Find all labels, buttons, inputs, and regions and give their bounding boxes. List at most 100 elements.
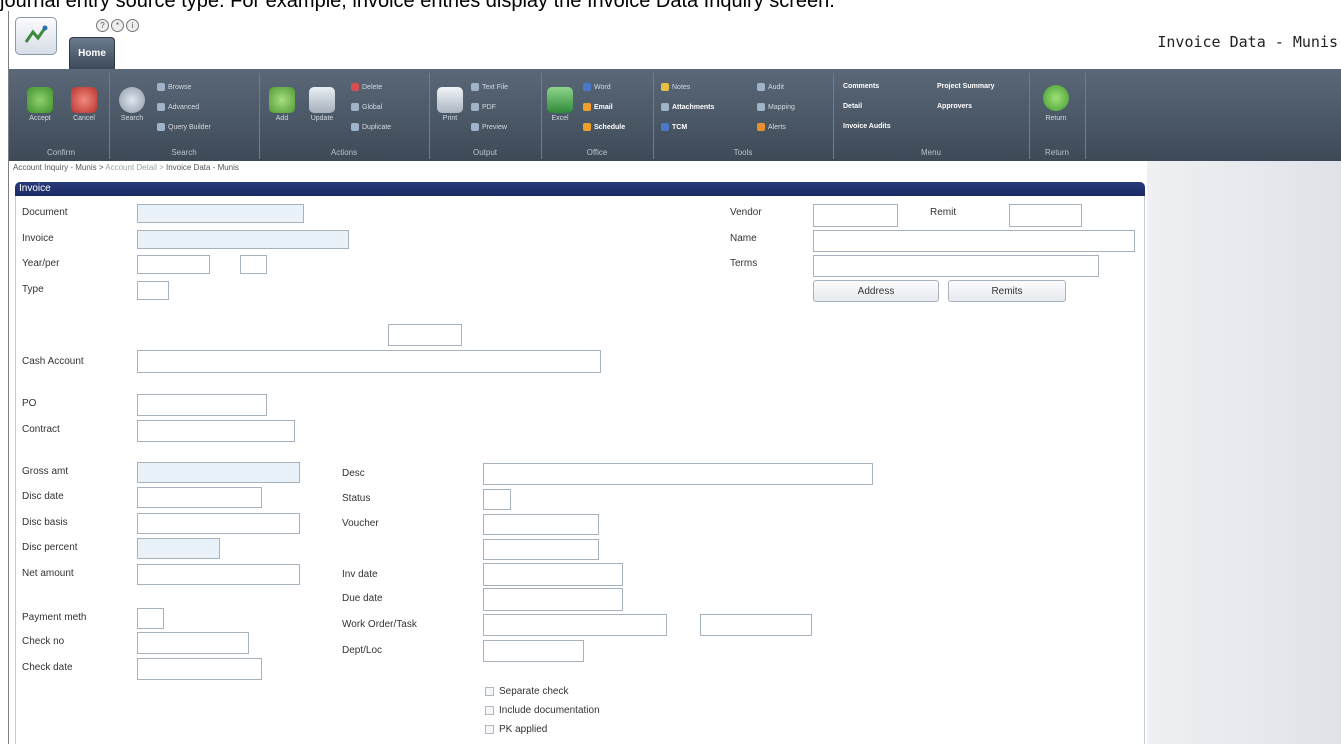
gross-amt-field[interactable] — [137, 462, 300, 483]
checkbox-box[interactable] — [485, 687, 494, 696]
munis-logo-icon — [24, 25, 48, 43]
mapping-button[interactable]: Mapping — [757, 103, 795, 111]
email-button[interactable]: Email — [583, 103, 613, 111]
delete-button[interactable]: Delete — [351, 83, 382, 91]
payment-meth-label: Payment meth — [22, 612, 87, 623]
unlabeled-field[interactable] — [388, 324, 462, 346]
status-field[interactable] — [483, 489, 511, 510]
tab-home[interactable]: Home — [69, 37, 115, 69]
tips-icon[interactable]: i — [126, 19, 139, 32]
pdf-button[interactable]: PDF — [471, 103, 496, 111]
update-button[interactable]: Update — [302, 115, 342, 122]
global-button[interactable]: Global — [351, 103, 382, 111]
ribbon-group-label: Office — [586, 148, 608, 157]
breadcrumb-account-detail[interactable]: Account Detail > — [105, 163, 163, 172]
checkbox-box[interactable] — [485, 706, 494, 715]
accept-button[interactable]: Accept — [20, 115, 60, 122]
year-field[interactable] — [137, 255, 210, 274]
period-field[interactable] — [240, 255, 267, 274]
attachments-icon — [661, 103, 669, 111]
vendor-field[interactable] — [813, 204, 898, 227]
terms-field[interactable] — [813, 255, 1099, 277]
desc-field[interactable] — [483, 463, 873, 485]
breadcrumb-account-inquiry[interactable]: Account Inquiry - Munis > — [13, 163, 103, 172]
alerts-button[interactable]: Alerts — [757, 123, 786, 131]
cancel-button[interactable]: Cancel — [64, 115, 104, 122]
return-button[interactable]: Return — [1036, 115, 1076, 122]
payment-meth-field[interactable] — [137, 608, 164, 629]
voucher-label: Voucher — [342, 518, 379, 529]
advanced-button[interactable]: Advanced — [157, 103, 199, 111]
panel-title: Invoice — [15, 182, 1145, 196]
preview-button[interactable]: Preview — [471, 123, 507, 131]
query-builder-button[interactable]: Query Builder — [157, 123, 211, 131]
approvers-button[interactable]: Approvers — [937, 103, 972, 110]
work-order-field[interactable] — [483, 614, 667, 636]
document-field[interactable] — [137, 204, 304, 223]
word-button[interactable]: Word — [583, 83, 611, 91]
voucher-field-2[interactable] — [483, 539, 599, 560]
disc-date-field[interactable] — [137, 487, 262, 508]
print-icon[interactable] — [437, 87, 463, 113]
ribbon-group-confirm: Accept Cancel Confirm — [13, 73, 110, 159]
tcm-button[interactable]: TCM — [661, 123, 687, 131]
contract-field[interactable] — [137, 420, 295, 442]
excel-icon[interactable] — [547, 87, 573, 113]
comments-button[interactable]: Comments — [843, 83, 879, 90]
return-icon[interactable] — [1043, 85, 1069, 111]
disc-date-label: Disc date — [22, 491, 64, 502]
accept-icon[interactable] — [27, 87, 53, 113]
inv-date-field[interactable] — [483, 563, 623, 586]
remit-field[interactable] — [1009, 204, 1082, 227]
audit-button[interactable]: Audit — [757, 83, 784, 91]
quick-access-icons: ? * i — [96, 19, 139, 32]
settings-icon[interactable]: * — [111, 19, 124, 32]
type-field[interactable] — [137, 281, 169, 300]
remits-button[interactable]: Remits — [948, 280, 1066, 302]
invoice-label: Invoice — [22, 233, 54, 244]
check-no-field[interactable] — [137, 632, 249, 654]
attachments-button[interactable]: Attachments — [661, 103, 714, 111]
due-date-field[interactable] — [483, 588, 623, 611]
schedule-button[interactable]: Schedule — [583, 123, 625, 131]
excel-button[interactable]: Excel — [540, 115, 580, 122]
disc-percent-field[interactable] — [137, 538, 220, 559]
checkbox-box[interactable] — [485, 725, 494, 734]
print-button[interactable]: Print — [430, 115, 470, 122]
search-icon[interactable] — [119, 87, 145, 113]
name-field[interactable] — [813, 230, 1135, 252]
detail-button[interactable]: Detail — [843, 103, 862, 110]
cash-account-field[interactable] — [137, 350, 601, 373]
notes-button[interactable]: Notes — [661, 83, 690, 91]
munis-logo-button[interactable] — [15, 17, 57, 55]
address-button[interactable]: Address — [813, 280, 939, 302]
disc-basis-field[interactable] — [137, 513, 300, 534]
check-date-field[interactable] — [137, 658, 262, 680]
document-label: Document — [22, 207, 68, 218]
pk-applied-checkbox[interactable]: PK applied — [485, 724, 547, 735]
text-file-button[interactable]: Text File — [471, 83, 508, 91]
browse-button[interactable]: Browse — [157, 83, 191, 91]
alerts-icon — [757, 123, 765, 131]
dept-loc-field[interactable] — [483, 640, 584, 662]
update-icon[interactable] — [309, 87, 335, 113]
task-field[interactable] — [700, 614, 812, 636]
project-summary-button[interactable]: Project Summary — [937, 83, 995, 90]
help-icon[interactable]: ? — [96, 19, 109, 32]
cancel-icon[interactable] — [71, 87, 97, 113]
duplicate-button[interactable]: Duplicate — [351, 123, 391, 131]
voucher-field[interactable] — [483, 514, 599, 535]
net-amount-field[interactable] — [137, 564, 300, 585]
separate-check-checkbox[interactable]: Separate check — [485, 686, 569, 697]
invoice-field[interactable] — [137, 230, 349, 249]
add-button[interactable]: Add — [262, 115, 302, 122]
add-icon[interactable] — [269, 87, 295, 113]
search-button[interactable]: Search — [112, 115, 152, 122]
po-field[interactable] — [137, 394, 267, 416]
include-documentation-checkbox[interactable]: Include documentation — [485, 705, 600, 716]
cash-account-label: Cash Account — [22, 356, 84, 367]
schedule-icon — [583, 123, 591, 131]
name-label: Name — [730, 233, 757, 244]
ribbon-group-search: Search Browse Advanced Query Builder Sea… — [109, 73, 260, 159]
invoice-audits-button[interactable]: Invoice Audits — [843, 123, 891, 130]
